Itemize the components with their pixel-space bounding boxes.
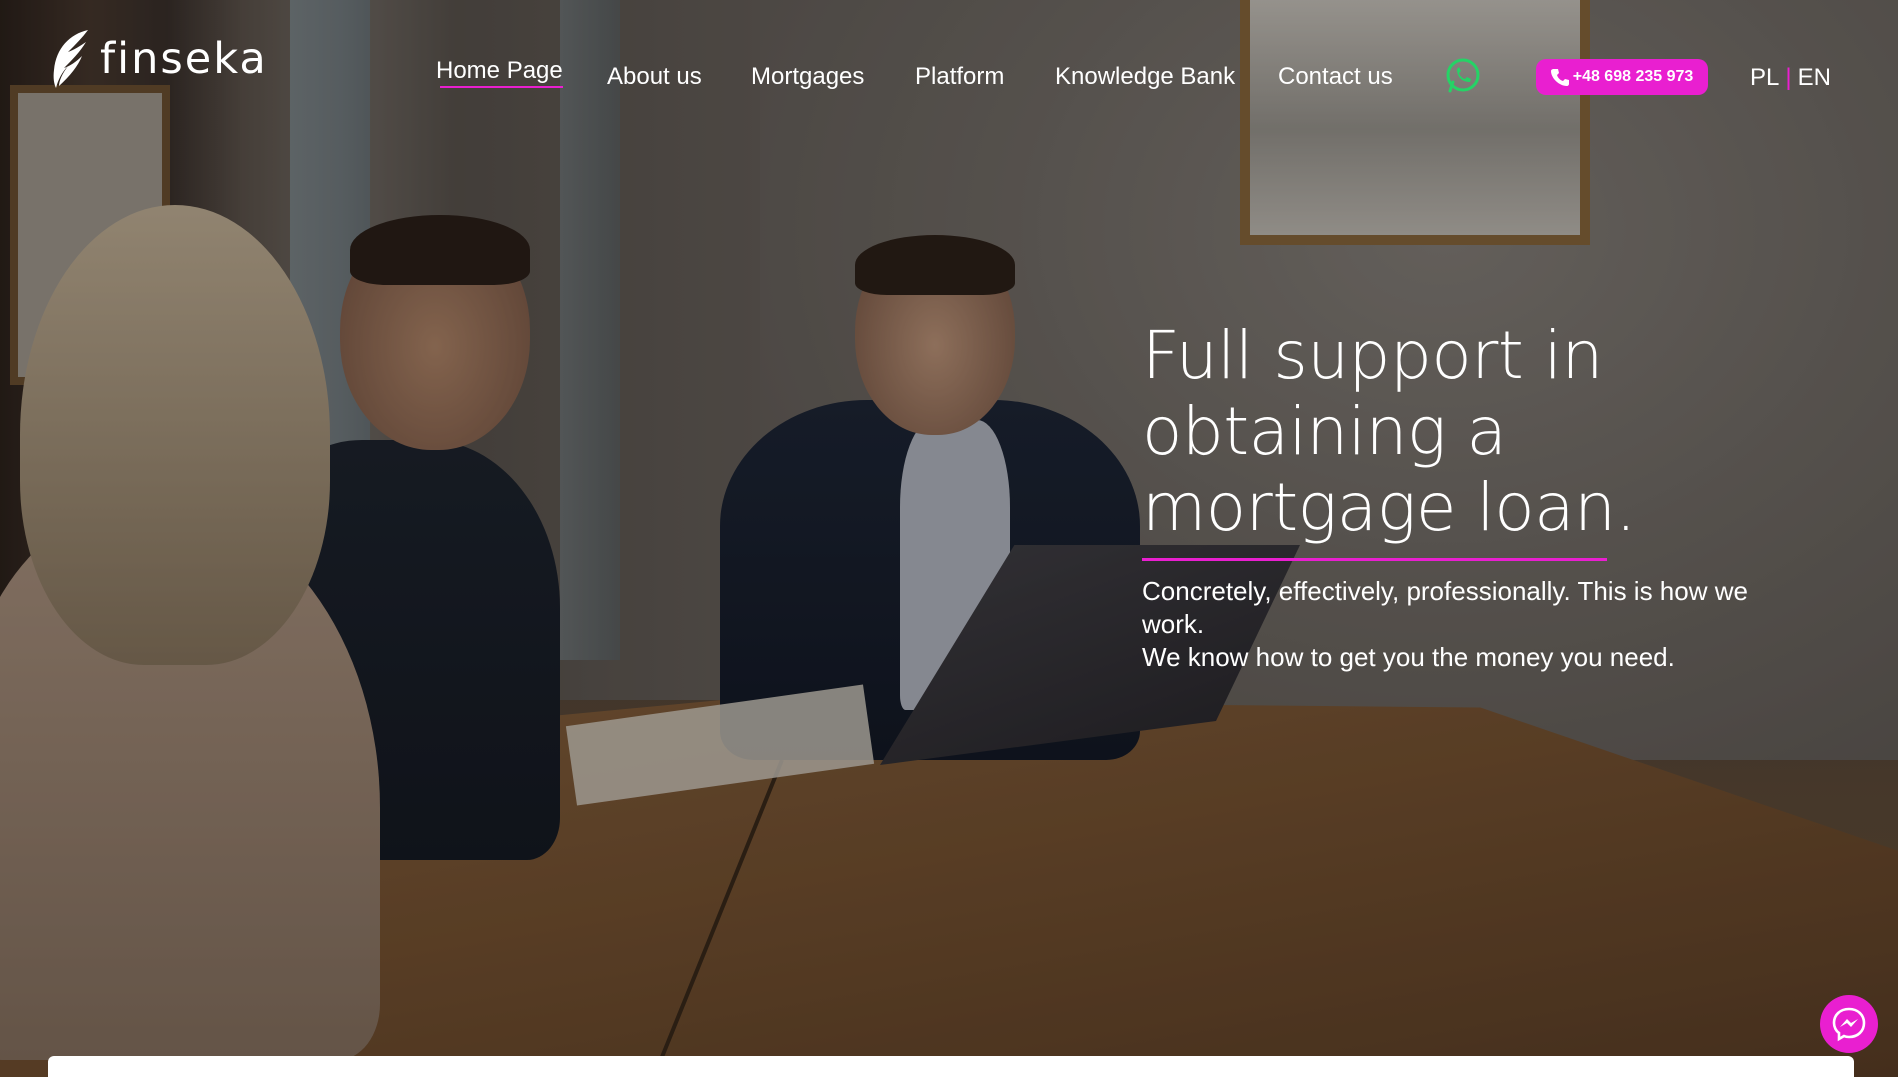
whatsapp-icon[interactable] [1444, 57, 1482, 95]
nav-knowledge-bank[interactable]: Knowledge Bank [1055, 63, 1235, 91]
hero-subtext: Concretely, effectively, professionally.… [1142, 575, 1782, 674]
phone-number: +48 698 235 973 [1572, 68, 1694, 85]
nav-about-us[interactable]: About us [607, 63, 702, 91]
phone-button[interactable]: +48 698 235 973 [1536, 59, 1708, 95]
hero-subline-1: Concretely, effectively, professionally.… [1142, 576, 1748, 639]
nav-platform[interactable]: Platform [915, 63, 1004, 91]
messenger-chat-button[interactable] [1820, 995, 1878, 1053]
lang-pl[interactable]: PL [1750, 64, 1779, 92]
content-panel-edge [48, 1056, 1854, 1077]
hero-subline-2: We know how to get you the money you nee… [1142, 642, 1675, 672]
headline-underline [1142, 558, 1607, 561]
nav-contact-us[interactable]: Contact us [1278, 63, 1393, 91]
hero-headline: Full support in obtaining a mortgage loa… [1142, 317, 1636, 546]
language-switcher: PL | EN [1750, 64, 1831, 92]
nav-mortgages[interactable]: Mortgages [751, 63, 864, 91]
phone-icon [1550, 69, 1569, 86]
lang-separator: | [1785, 64, 1792, 91]
nav-home-page[interactable]: Home Page [436, 57, 563, 88]
messenger-icon [1832, 1007, 1866, 1042]
lang-en[interactable]: EN [1798, 64, 1831, 92]
